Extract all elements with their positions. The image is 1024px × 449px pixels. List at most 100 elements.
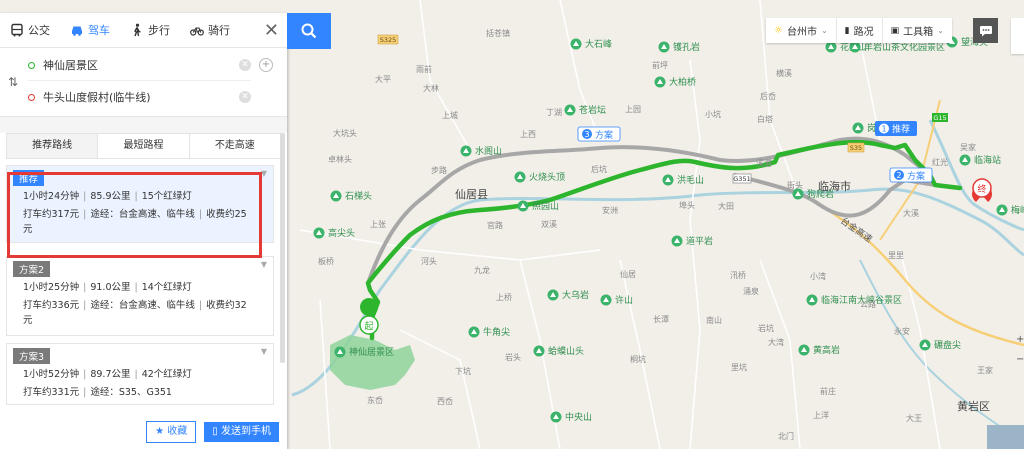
place-marker[interactable]: 临海站: [959, 154, 1002, 166]
end-field[interactable]: 牛头山度假村(临牛线) ✕: [28, 82, 251, 112]
route-plan-2[interactable]: 方案2 ▼ 1小时25分钟 | 91.0公里 | 14个红绿灯 打车约336元 | 途经：台…: [6, 256, 274, 336]
place-marker[interactable]: 照园山: [517, 200, 560, 213]
chevron-down-icon[interactable]: ▼: [261, 347, 267, 356]
place-label: 蛤蟆山头: [548, 345, 584, 357]
place-marker[interactable]: 道平岩: [671, 235, 714, 247]
route-label-plan3[interactable]: 3 方案: [577, 126, 621, 142]
place-marker[interactable]: 黄高岩: [798, 344, 841, 356]
place-marker[interactable]: 牛角尖: [468, 326, 511, 338]
route-plan-3[interactable]: 方案3 ▼ 1小时52分钟 | 89.7公里 | 42个红绿灯 打车约331元 | 途经：S…: [6, 343, 274, 405]
tab-car[interactable]: 驾车: [60, 13, 120, 47]
plan-summary: 1小时25分钟 | 91.0公里 | 14个红绿灯: [23, 282, 192, 293]
place-label: 括苍镇: [486, 28, 510, 38]
place-marker[interactable]: 洪毛山: [662, 174, 705, 186]
end-field-value: 牛头山度假村(临牛线): [43, 91, 151, 104]
place-label: 火烧头顶: [529, 171, 565, 183]
pref-shortest[interactable]: 最短路程: [98, 134, 190, 158]
side-panel-tab[interactable]: [1011, 18, 1024, 54]
place-label: 高尖头: [328, 227, 355, 239]
place-marker[interactable]: 神仙居景区: [334, 346, 395, 358]
clear-end-icon[interactable]: ✕: [239, 91, 251, 103]
svg-text:方案: 方案: [907, 170, 925, 182]
pref-recommended[interactable]: 推荐路线: [7, 134, 99, 158]
scrollbar[interactable]: [280, 133, 285, 363]
place-label: 小湾: [810, 271, 826, 281]
place-marker[interactable]: 梅峰顶: [996, 204, 1024, 216]
zoom-in-icon: +: [1016, 334, 1024, 345]
place-label: 临海站: [974, 154, 1001, 166]
place-marker[interactable]: 中央山: [550, 411, 593, 423]
start-field[interactable]: 神仙居景区 ✕ +: [28, 50, 273, 81]
place-marker[interactable]: 火烧头顶: [514, 171, 566, 183]
place-label: 上城: [442, 111, 458, 120]
city-selector[interactable]: ☼ 台州市 ⌄: [766, 18, 837, 43]
tab-bus[interactable]: 公交: [0, 13, 60, 47]
place-label: 道平岩: [686, 235, 713, 247]
clear-start-icon[interactable]: ✕: [239, 59, 251, 71]
place-marker[interactable]: 大石峰: [570, 38, 613, 50]
place-label: 大溪: [903, 208, 919, 218]
start-field-value: 神仙居景区: [43, 59, 98, 72]
add-waypoint-icon[interactable]: +: [259, 58, 273, 72]
place-label: 小坑: [705, 109, 721, 119]
place-marker[interactable]: 临海江南大峡谷景区: [806, 294, 903, 306]
place-label: 下坑: [455, 366, 471, 376]
message-button[interactable]: [973, 18, 998, 43]
tab-bike[interactable]: 骑行: [180, 13, 240, 47]
place-label: 岩坑: [758, 323, 774, 333]
place-marker[interactable]: 镬孔岩: [658, 41, 701, 53]
phone-icon: ▯: [212, 426, 218, 437]
place-label: 永安: [894, 326, 910, 336]
tab-walk[interactable]: 步行: [120, 13, 180, 47]
tab-walk-label: 步行: [148, 24, 170, 37]
plan-details-wrap: 元: [23, 315, 33, 326]
place-label: 河头: [421, 256, 437, 266]
zoom-controls[interactable]: + −: [1016, 330, 1024, 370]
place-label: 九龙: [474, 265, 490, 275]
search-button[interactable]: [287, 13, 331, 49]
route-label-plan2[interactable]: 2 方案: [889, 167, 933, 183]
place-label: 上桥: [496, 292, 512, 302]
place-label: 步路: [431, 165, 447, 175]
place-label: 后坑: [591, 164, 607, 174]
place-marker[interactable]: 大乌岩: [547, 289, 590, 301]
svg-text:S325: S325: [380, 36, 397, 44]
chevron-down-icon: ⌄: [937, 26, 944, 35]
place-marker[interactable]: 苍岩坛: [564, 104, 607, 116]
place-label: 大田: [718, 201, 734, 211]
place-marker[interactable]: 碾盘尖: [919, 339, 962, 351]
place-marker[interactable]: 石梯头: [330, 190, 373, 202]
map-toolbar: ☼ 台州市 ⌄ ▮ 路况 ▣ 工具箱 ⌄: [766, 18, 952, 43]
city-huangyan: 黄岩区: [957, 399, 990, 413]
toolbox-button[interactable]: ▣ 工具箱 ⌄: [883, 18, 952, 43]
favorite-button[interactable]: ★ 收藏: [146, 421, 197, 443]
place-label: 吴家: [960, 142, 976, 152]
place-label: 卓林头: [328, 154, 352, 164]
traffic-button[interactable]: ▮ 路况: [837, 18, 883, 43]
street-view-thumbnail[interactable]: [987, 425, 1024, 449]
svg-text:1: 1: [881, 125, 886, 134]
place-marker[interactable]: 大柏桥: [654, 76, 697, 88]
close-icon[interactable]: ✕: [264, 20, 279, 41]
place-label: 汛桥: [730, 270, 746, 280]
place-marker[interactable]: 水阁山: [460, 145, 503, 157]
place-marker[interactable]: 许山: [600, 294, 634, 306]
place-marker[interactable]: 高尖头: [313, 227, 356, 239]
route-label-recommend[interactable]: 1 推荐: [875, 121, 917, 136]
pref-no-highway[interactable]: 不走高速: [189, 134, 280, 158]
place-label: 大乌岩: [562, 289, 589, 301]
chevron-down-icon[interactable]: ▼: [261, 260, 267, 269]
place-label: 岩头: [505, 352, 521, 362]
road-shield-g15: G15: [932, 113, 948, 122]
place-label: 桐坑: [630, 354, 646, 364]
place-label: 街头: [787, 180, 803, 190]
swap-icon[interactable]: ⇅: [8, 75, 18, 89]
place-label: 横溪: [776, 68, 792, 78]
place-marker[interactable]: 蛤蟆山头: [533, 345, 585, 357]
city-xianju: 仙居县: [455, 188, 488, 201]
route-preference-tabs: 推荐路线 最短路程 不走高速: [6, 133, 281, 159]
send-to-phone-button[interactable]: ▯ 发送到手机: [204, 422, 279, 442]
car-icon: [72, 26, 82, 36]
place-label: 上洋: [813, 410, 829, 420]
place-label: 大石峰: [585, 38, 612, 50]
